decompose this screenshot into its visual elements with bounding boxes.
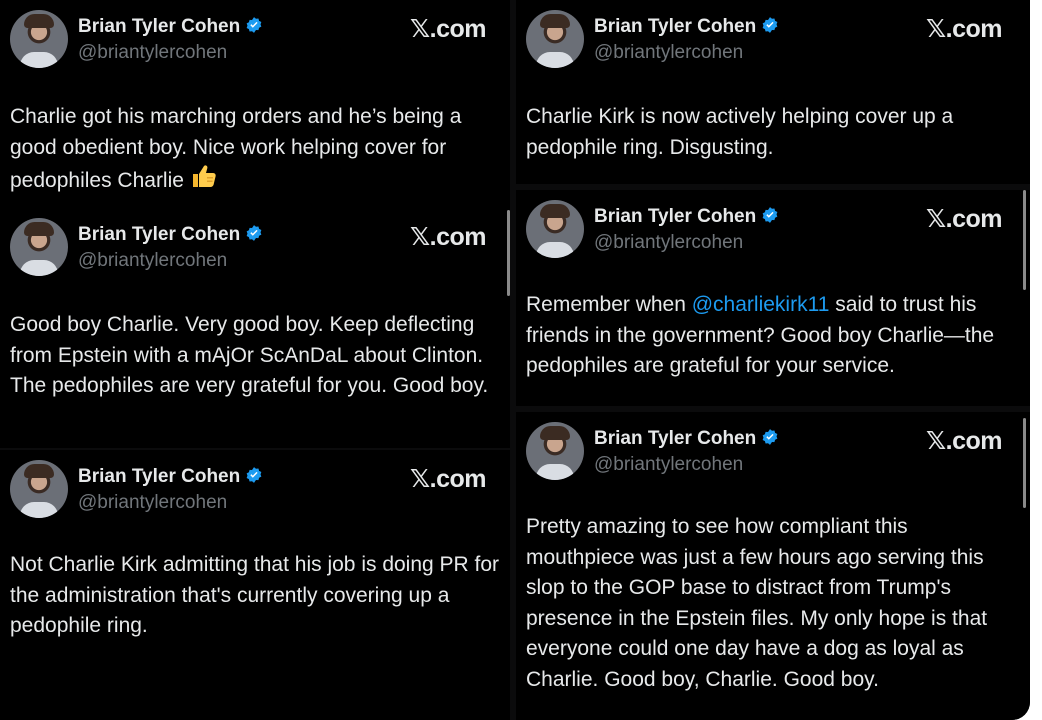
avatar[interactable] bbox=[526, 422, 584, 480]
x-logo-source: 𝕏.com bbox=[926, 427, 1003, 455]
tweet-card[interactable]: Brian Tyler Cohen @briantylercohen 𝕏.com… bbox=[516, 190, 1030, 406]
tweet-text: Remember when @charliekirk11 said to tru… bbox=[526, 293, 995, 378]
x-logo-source: 𝕏.com bbox=[410, 465, 487, 493]
avatar[interactable] bbox=[526, 10, 584, 68]
avatar[interactable] bbox=[526, 200, 584, 258]
author-handle[interactable]: @briantylercohen bbox=[78, 492, 227, 514]
author-name[interactable]: Brian Tyler Cohen bbox=[594, 206, 779, 228]
tweet-text: Pretty amazing to see how compliant this… bbox=[526, 515, 988, 691]
x-logo-source: 𝕏.com bbox=[926, 205, 1003, 233]
scrollbar[interactable] bbox=[507, 210, 510, 296]
author-handle[interactable]: @briantylercohen bbox=[78, 42, 227, 64]
avatar[interactable] bbox=[10, 218, 68, 276]
author-handle[interactable]: @briantylercohen bbox=[594, 232, 743, 254]
verified-badge-icon bbox=[246, 17, 262, 33]
author-handle[interactable]: @briantylercohen bbox=[594, 454, 743, 476]
author-name[interactable]: Brian Tyler Cohen bbox=[78, 224, 263, 246]
author-handle[interactable]: @briantylercohen bbox=[594, 42, 743, 64]
tweet-text: Charlie got his marching orders and he’s… bbox=[10, 105, 462, 193]
x-logo-source: 𝕏.com bbox=[926, 15, 1003, 43]
scrollbar[interactable] bbox=[1023, 190, 1026, 290]
tweet-text: Charlie Kirk is now actively helping cov… bbox=[526, 105, 954, 159]
screenshot-collage: Brian Tyler Cohen @briantylercohen 𝕏.com… bbox=[0, 0, 1030, 720]
verified-badge-icon bbox=[762, 429, 778, 445]
verified-badge-icon bbox=[246, 467, 262, 483]
author-name[interactable]: Brian Tyler Cohen bbox=[594, 428, 779, 450]
author-name[interactable]: Brian Tyler Cohen bbox=[78, 466, 263, 488]
tweet-card[interactable]: Brian Tyler Cohen @briantylercohen 𝕏.com… bbox=[0, 208, 510, 448]
thumbs-up-icon bbox=[192, 165, 216, 188]
verified-badge-icon bbox=[246, 225, 262, 241]
x-logo-source: 𝕏.com bbox=[410, 15, 487, 43]
author-name[interactable]: Brian Tyler Cohen bbox=[594, 16, 779, 38]
tweet-card[interactable]: Brian Tyler Cohen @briantylercohen 𝕏.com… bbox=[0, 0, 510, 208]
scrollbar[interactable] bbox=[1023, 418, 1026, 508]
verified-badge-icon bbox=[762, 17, 778, 33]
tweet-card[interactable]: Brian Tyler Cohen @briantylercohen 𝕏.com… bbox=[516, 0, 1030, 184]
verified-badge-icon bbox=[762, 207, 778, 223]
tweet-card[interactable]: Brian Tyler Cohen @briantylercohen 𝕏.com… bbox=[0, 450, 510, 720]
tweet-card[interactable]: Brian Tyler Cohen @briantylercohen 𝕏.com… bbox=[516, 412, 1030, 720]
author-handle[interactable]: @briantylercohen bbox=[78, 250, 227, 272]
avatar[interactable] bbox=[10, 460, 68, 518]
tweet-text: Good boy Charlie. Very good boy. Keep de… bbox=[10, 313, 489, 398]
author-name[interactable]: Brian Tyler Cohen bbox=[78, 16, 263, 38]
x-logo-source: 𝕏.com bbox=[410, 223, 487, 251]
avatar[interactable] bbox=[10, 10, 68, 68]
tweet-text: Not Charlie Kirk admitting that his job … bbox=[10, 553, 500, 638]
mention-link[interactable]: @charliekirk11 bbox=[692, 293, 830, 316]
